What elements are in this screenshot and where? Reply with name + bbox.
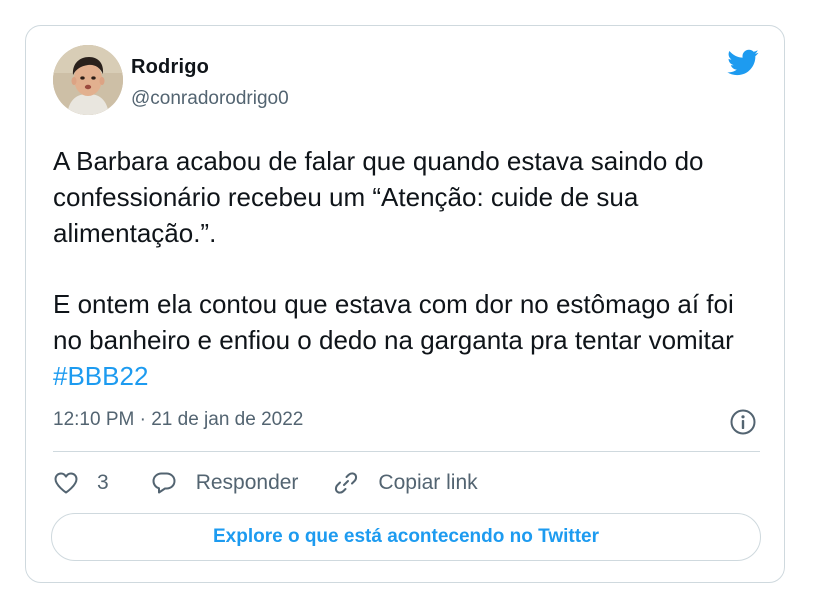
tweet-card: Rodrigo @conradorodrigo0 A Barbara acabo… <box>25 25 785 583</box>
avatar-photo <box>53 45 123 115</box>
link-icon <box>335 472 358 494</box>
avatar[interactable] <box>53 45 123 115</box>
twitter-bird-icon[interactable] <box>724 46 761 79</box>
reply-button[interactable]: Responder <box>151 471 299 495</box>
hashtag-link[interactable]: #BBB22 <box>53 361 148 391</box>
tweet-text: A Barbara acabou de falar que quando est… <box>53 143 768 394</box>
tweet-paragraph-2-text: E ontem ela contou que estava com dor no… <box>53 289 734 355</box>
tweet-paragraph-1: A Barbara acabou de falar que quando est… <box>53 146 704 248</box>
divider <box>53 451 760 452</box>
info-icon[interactable] <box>729 408 757 436</box>
speech-bubble-icon <box>152 472 176 494</box>
like-button[interactable]: 3 <box>53 471 109 495</box>
heart-icon <box>54 472 78 494</box>
copy-link-button[interactable]: Copiar link <box>333 470 478 496</box>
author-display-name[interactable]: Rodrigo <box>131 56 209 79</box>
tweet-timestamp[interactable]: 12:10 PM · 21 de jan de 2022 <box>53 409 303 431</box>
reply-label: Responder <box>195 471 299 494</box>
like-count: 3 <box>97 471 109 494</box>
author-handle[interactable]: @conradorodrigo0 <box>131 88 289 110</box>
action-bar: 3 Responder Copiar link <box>53 467 478 499</box>
explore-twitter-button[interactable]: Explore o que está acontecendo no Twitte… <box>51 513 761 561</box>
copy-link-label: Copiar link <box>378 471 478 494</box>
tweet-paragraph-2: E ontem ela contou que estava com dor no… <box>53 286 768 394</box>
explore-button-label: Explore o que está acontecendo no Twitte… <box>212 526 600 547</box>
